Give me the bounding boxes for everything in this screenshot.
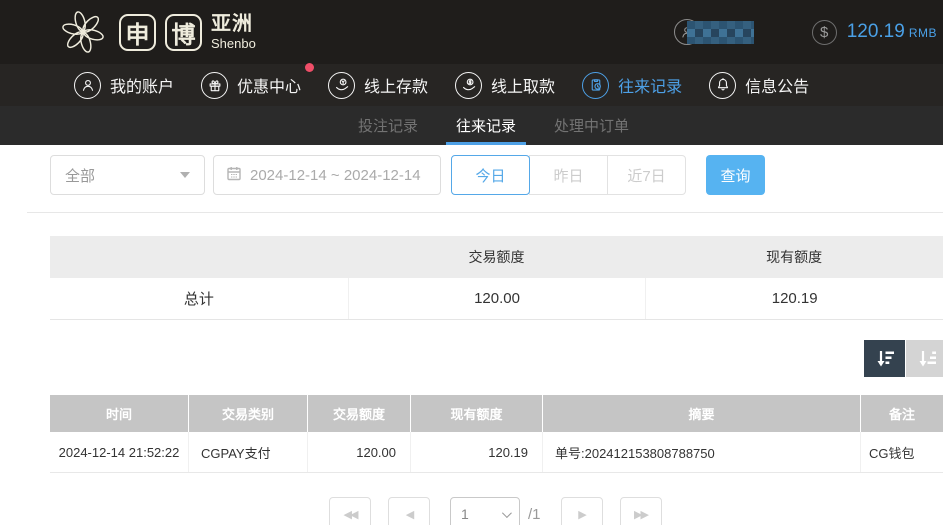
calendar-icon bbox=[226, 165, 242, 185]
next-page-button[interactable]: ▶ bbox=[561, 497, 603, 525]
summary-header-row: 交易额度 现有额度 bbox=[50, 236, 943, 278]
col-header-summary: 摘要 bbox=[542, 395, 860, 432]
deposit-icon bbox=[328, 72, 355, 99]
nav-item-label: 往来记录 bbox=[618, 73, 682, 97]
balance-currency: RMB bbox=[909, 26, 937, 40]
summary-current-amount: 120.19 bbox=[645, 278, 943, 319]
last-page-button[interactable]: ▶▶ bbox=[620, 497, 662, 525]
col-header-note: 备注 bbox=[860, 395, 943, 432]
quick-range-last7days-button[interactable]: 近7日 bbox=[607, 155, 686, 195]
nav-item-deposit[interactable]: 线上存款 bbox=[328, 72, 428, 99]
summary-header-transaction-amount: 交易额度 bbox=[348, 236, 646, 278]
summary-table: 交易额度 现有额度 总计 120.00 120.19 bbox=[50, 236, 943, 320]
prev-page-button[interactable]: ◀ bbox=[388, 497, 430, 525]
account-balance: 120.19 RMB bbox=[847, 21, 937, 43]
nav-item-my-account[interactable]: 我的账户 bbox=[74, 72, 174, 99]
top-right-account: $ 120.19 RMB bbox=[674, 19, 937, 45]
filter-bar: 全部 2024-12-14 ~ 2024-12-14 今日 昨日 近7日 查询 bbox=[50, 155, 765, 195]
summary-transaction-amount: 120.00 bbox=[348, 278, 646, 319]
tab-label: 处理中订单 bbox=[554, 115, 629, 136]
withdraw-icon bbox=[455, 72, 482, 99]
logo-en-text: Shenbo bbox=[211, 37, 256, 50]
tab-betting-records[interactable]: 投注记录 bbox=[352, 106, 424, 145]
tab-label: 往来记录 bbox=[456, 115, 516, 136]
cell-amount: 120.00 bbox=[307, 432, 410, 472]
sort-ascending-icon bbox=[916, 348, 938, 370]
records-table: 时间 交易类别 交易额度 现有额度 摘要 备注 2024-12-14 21:52… bbox=[50, 395, 943, 473]
nav-item-label: 线上存款 bbox=[364, 73, 428, 97]
brand-logo[interactable]: 申 博 亚洲 Shenbo bbox=[56, 5, 256, 59]
nav-item-transaction-records[interactable]: 往来记录 bbox=[582, 72, 682, 99]
top-bar: 申 博 亚洲 Shenbo $ 120.19 RMB bbox=[0, 0, 943, 64]
col-header-amount: 交易额度 bbox=[307, 395, 410, 432]
records-header-row: 时间 交易类别 交易额度 现有额度 摘要 备注 bbox=[50, 395, 943, 432]
user-icon bbox=[74, 72, 101, 99]
pagination: ◀◀ ◀ 1 /1 ▶ ▶▶ bbox=[329, 497, 662, 525]
main-nav: 我的账户 优惠中心 线上存款 线上取款 往来记录 信息公告 bbox=[0, 64, 943, 106]
page-select[interactable]: 1 bbox=[450, 497, 520, 525]
summary-header-current-amount: 现有额度 bbox=[645, 236, 943, 278]
col-header-time: 时间 bbox=[50, 395, 188, 432]
records-icon bbox=[582, 72, 609, 99]
nav-item-announcements[interactable]: 信息公告 bbox=[709, 72, 809, 99]
logo-region-text: 亚洲 bbox=[211, 14, 256, 34]
sort-descending-button[interactable] bbox=[864, 340, 905, 377]
first-page-button[interactable]: ◀◀ bbox=[329, 497, 371, 525]
type-select-value: 全部 bbox=[65, 165, 95, 186]
nav-item-withdraw[interactable]: 线上取款 bbox=[455, 72, 555, 99]
quick-range-yesterday-button[interactable]: 昨日 bbox=[529, 155, 608, 195]
summary-header-empty bbox=[50, 236, 348, 278]
total-pages-label: /1 bbox=[528, 506, 541, 523]
balance-coin-icon: $ bbox=[812, 20, 837, 45]
table-row: 2024-12-14 21:52:22 CGPAY支付 120.00 120.1… bbox=[50, 432, 943, 473]
tab-transaction-records[interactable]: 往来记录 bbox=[450, 106, 522, 145]
date-range-input[interactable]: 2024-12-14 ~ 2024-12-14 bbox=[213, 155, 441, 195]
cell-type: CGPAY支付 bbox=[188, 432, 307, 472]
logo-char-box-2: 博 bbox=[165, 14, 202, 51]
cell-note: CG钱包 bbox=[860, 432, 943, 472]
tab-label: 投注记录 bbox=[358, 115, 418, 136]
balance-amount: 120.19 bbox=[847, 21, 905, 42]
tab-pending-orders[interactable]: 处理中订单 bbox=[548, 106, 635, 145]
quick-range-group: 今日 昨日 近7日 bbox=[451, 155, 686, 195]
new-promo-badge bbox=[305, 63, 314, 72]
caret-down-icon bbox=[180, 172, 190, 178]
quick-range-today-button[interactable]: 今日 bbox=[451, 155, 530, 195]
nav-item-label: 线上取款 bbox=[491, 73, 555, 97]
nav-item-label: 我的账户 bbox=[110, 73, 174, 97]
page-select-value: 1 bbox=[461, 506, 469, 522]
chevron-down-icon bbox=[502, 508, 512, 518]
flower-logo-icon bbox=[56, 5, 110, 59]
censored-username bbox=[687, 21, 754, 44]
nav-item-promotions[interactable]: 优惠中心 bbox=[201, 72, 301, 99]
summary-total-row: 总计 120.00 120.19 bbox=[50, 278, 943, 320]
cell-time: 2024-12-14 21:52:22 bbox=[50, 432, 188, 472]
cell-balance: 120.19 bbox=[410, 432, 542, 472]
gift-icon bbox=[201, 72, 228, 99]
type-select[interactable]: 全部 bbox=[50, 155, 205, 195]
date-range-value: 2024-12-14 ~ 2024-12-14 bbox=[250, 167, 421, 184]
nav-item-label: 信息公告 bbox=[745, 73, 809, 97]
sort-descending-icon bbox=[874, 348, 896, 370]
col-header-balance: 现有额度 bbox=[410, 395, 542, 432]
sort-controls bbox=[864, 340, 943, 377]
logo-char-box-1: 申 bbox=[119, 14, 156, 51]
section-divider bbox=[27, 212, 943, 213]
sort-ascending-button[interactable] bbox=[906, 340, 943, 377]
announcement-bell-icon bbox=[709, 72, 736, 99]
sub-nav: 投注记录 往来记录 处理中订单 bbox=[0, 106, 943, 145]
search-button[interactable]: 查询 bbox=[706, 155, 765, 195]
cell-summary: 单号:202412153808788750 bbox=[542, 432, 860, 472]
col-header-type: 交易类别 bbox=[188, 395, 307, 432]
summary-total-label: 总计 bbox=[50, 278, 348, 319]
nav-item-label: 优惠中心 bbox=[237, 73, 301, 97]
